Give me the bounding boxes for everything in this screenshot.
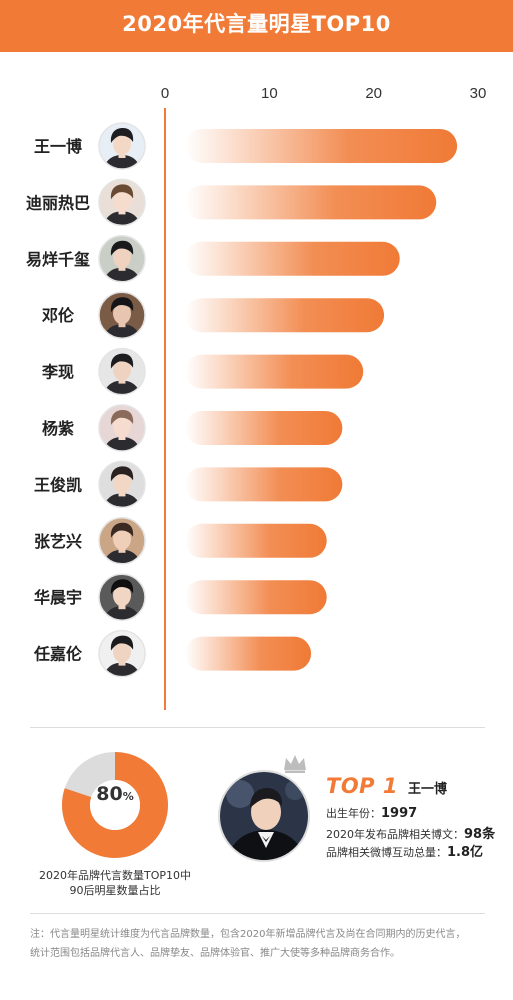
avatar	[98, 573, 146, 621]
category-label: 王一博	[34, 137, 82, 156]
bar	[185, 185, 437, 220]
interaction-value: 1.8亿	[447, 845, 484, 860]
posts-label: 2020年发布品牌相关博文：	[326, 828, 464, 841]
bar	[185, 129, 458, 163]
top1-badge: TOP 1	[326, 774, 398, 798]
top1-avatar	[218, 770, 310, 862]
chart-row: 迪丽热巴	[26, 178, 437, 227]
avatar	[98, 235, 146, 283]
donut-caption-line2: 90后明星数量占比	[69, 884, 161, 897]
x-tick-label: 30	[470, 85, 487, 102]
avatar	[98, 629, 146, 678]
chart-row: 杨紫	[42, 404, 343, 452]
bar-chart: 0 10 20 30 王一博迪丽热巴易烊千玺邓伦李现杨紫王俊凯张艺兴华晨宇任嘉伦	[26, 85, 487, 710]
bar	[185, 636, 312, 671]
category-label: 杨紫	[42, 419, 74, 438]
bar	[185, 411, 343, 445]
interaction-row: 品牌相关微博互动总量：1.8亿	[326, 841, 483, 860]
donut-percent-unit: %	[122, 790, 134, 803]
chart-row: 李现	[41, 347, 364, 396]
crown-icon	[284, 755, 306, 773]
category-label: 王俊凯	[34, 475, 82, 494]
donut-caption-line1: 2020年品牌代言数量TOP10中	[38, 869, 191, 882]
x-tick-label: 20	[365, 85, 382, 102]
birth-year-label: 出生年份：	[326, 807, 381, 820]
category-label: 迪丽热巴	[26, 193, 90, 212]
bar	[185, 580, 327, 615]
birth-year-value: 1997	[381, 806, 418, 821]
top1-name: 王一博	[408, 782, 448, 797]
chart-row: 华晨宇	[34, 573, 327, 621]
avatar	[98, 404, 146, 452]
chart-row: 任嘉伦	[33, 629, 312, 678]
section-divider	[30, 727, 485, 728]
donut-chart	[62, 752, 168, 858]
header-banner: 2020年代言量明星TOP10	[0, 0, 513, 52]
chart-row: 邓伦	[42, 291, 385, 339]
donut-value: 80%	[60, 783, 170, 805]
avatar	[98, 347, 146, 396]
category-label: 任嘉伦	[33, 645, 83, 664]
bar	[185, 354, 364, 389]
x-tick-label: 0	[161, 85, 169, 102]
avatar	[98, 178, 146, 227]
birth-year-row: 出生年份：1997	[326, 805, 417, 821]
interaction-label: 品牌相关微博互动总量：	[326, 846, 447, 859]
donut-percent-text: 80	[96, 783, 123, 805]
category-label: 华晨宇	[34, 588, 82, 607]
bar	[185, 467, 343, 502]
category-label: 邓伦	[42, 306, 75, 325]
page-title: 2020年代言量明星TOP10	[122, 12, 391, 36]
bar	[185, 298, 385, 333]
posts-row: 2020年发布品牌相关博文：98条	[326, 823, 495, 842]
footnote: 注：代言量明星统计维度为代言品牌数量，包含2020年新增品牌代言及尚在合同期内的…	[30, 925, 490, 963]
chart-row: 王俊凯	[34, 460, 343, 509]
top1-title: TOP 1 王一博	[326, 774, 447, 800]
x-tick-label: 10	[261, 85, 278, 102]
note-divider	[30, 913, 485, 914]
chart-row: 张艺兴	[34, 517, 327, 565]
bar	[185, 241, 400, 276]
chart-row: 易烊千玺	[26, 235, 400, 283]
chart-row: 王一博	[34, 122, 458, 170]
category-label: 易烊千玺	[26, 250, 90, 269]
avatar	[98, 460, 146, 509]
footnote-line2: 统计范围包括品牌代言人、品牌挚友、品牌体验官、推广大使等多种品牌商务合作。	[30, 948, 400, 959]
posts-value: 98条	[464, 827, 496, 842]
footnote-line1: 注：代言量明星统计维度为代言品牌数量，包含2020年新增品牌代言及尚在合同期内的…	[30, 929, 466, 940]
bar	[185, 523, 327, 558]
avatar	[98, 291, 146, 339]
avatar	[98, 517, 146, 565]
avatar	[98, 122, 146, 170]
category-label: 李现	[41, 363, 74, 382]
donut-caption: 2020年品牌代言数量TOP10中 90后明星数量占比	[20, 868, 210, 898]
category-label: 张艺兴	[34, 532, 82, 551]
